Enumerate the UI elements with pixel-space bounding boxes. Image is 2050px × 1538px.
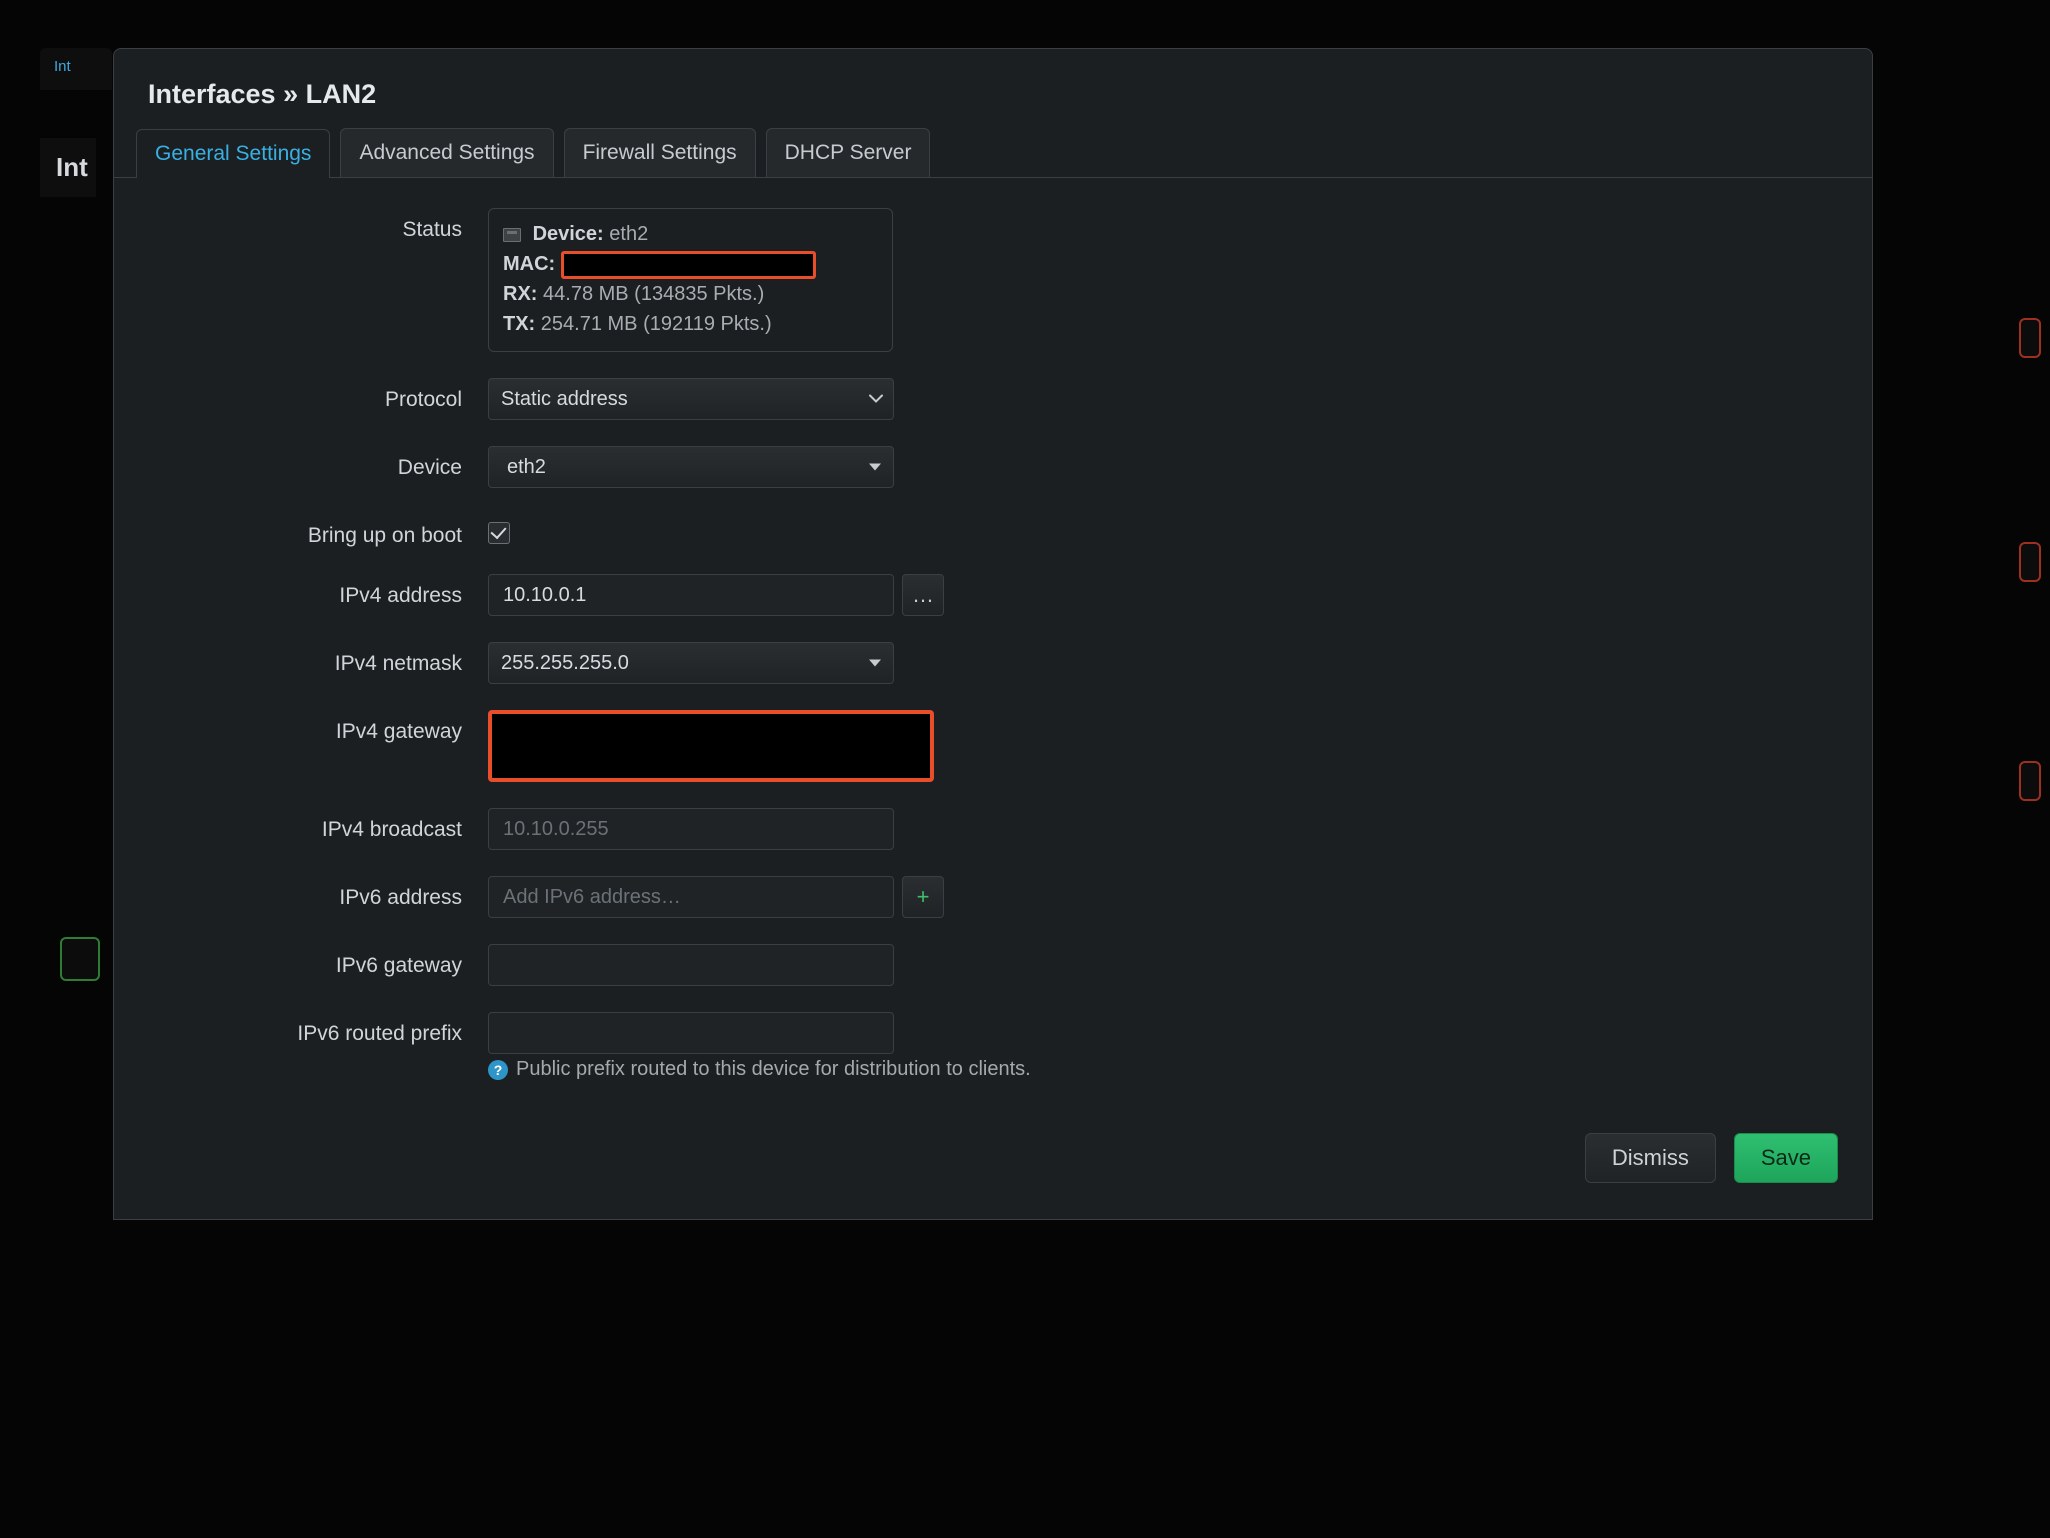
dropdown-caret-icon: [869, 464, 881, 471]
tab-advanced-settings[interactable]: Advanced Settings: [340, 128, 553, 177]
ipv4-address-more-button[interactable]: …: [902, 574, 944, 616]
ipv6-address-label: IPv6 address: [148, 876, 488, 910]
protocol-label: Protocol: [148, 378, 488, 412]
status-label: Status: [148, 208, 488, 242]
chevron-down-icon: [869, 395, 883, 404]
bg-button-stub: [60, 937, 100, 981]
device-label: Device: [148, 446, 488, 480]
modal-footer: Dismiss Save: [114, 1115, 1872, 1219]
ethernet-port-icon: [503, 228, 521, 242]
bg-button-stub: [2019, 542, 2041, 582]
interface-modal: Interfaces » LAN2 General Settings Advan…: [113, 48, 1873, 1220]
ipv6-routed-prefix-label: IPv6 routed prefix: [148, 1012, 488, 1046]
ipv6-gateway-input[interactable]: [501, 953, 881, 978]
ipv4-gateway-redacted[interactable]: [488, 710, 934, 782]
tab-general-settings[interactable]: General Settings: [136, 129, 330, 178]
ipv4-gateway-label: IPv4 gateway: [148, 710, 488, 744]
modal-tabs: General Settings Advanced Settings Firew…: [114, 128, 1872, 178]
ipv4-address-label: IPv4 address: [148, 574, 488, 608]
tab-firewall-settings[interactable]: Firewall Settings: [564, 128, 756, 177]
save-button[interactable]: Save: [1734, 1133, 1838, 1183]
ipv4-broadcast-label: IPv4 broadcast: [148, 808, 488, 842]
ipv4-netmask-select[interactable]: 255.255.255.0: [488, 642, 894, 684]
ipv6-routed-prefix-input[interactable]: [501, 1021, 881, 1046]
bg-title-fragment: Int: [40, 138, 96, 197]
redacted-mac: [561, 251, 816, 279]
ipv6-address-input[interactable]: [501, 885, 881, 910]
ipv6-gateway-label: IPv6 gateway: [148, 944, 488, 978]
protocol-select[interactable]: Static address: [488, 378, 894, 420]
ipv6-routed-prefix-help: Public prefix routed to this device for …: [516, 1058, 1031, 1081]
bring-up-on-boot-label: Bring up on boot: [148, 514, 488, 548]
ipv6-address-add-button[interactable]: +: [902, 876, 944, 918]
device-select[interactable]: eth2: [488, 446, 894, 488]
ipv4-address-input[interactable]: [501, 583, 881, 608]
dismiss-button[interactable]: Dismiss: [1585, 1133, 1716, 1183]
page-background: Int Int Interfaces » LAN2 General Settin…: [0, 0, 2050, 1538]
bg-tab-fragment: Int: [40, 48, 112, 90]
status-box: Device: eth2 MAC: RX: 44.78 MB (134835 P…: [488, 208, 893, 352]
modal-title: Interfaces » LAN2: [114, 49, 1872, 128]
dropdown-caret-icon: [869, 660, 881, 667]
ipv4-netmask-label: IPv4 netmask: [148, 642, 488, 676]
ipv4-broadcast-input[interactable]: [501, 817, 881, 842]
bg-button-stub: [2019, 761, 2041, 801]
form-body: Status Device: eth2 MAC: RX:: [114, 178, 1872, 1115]
tab-dhcp-server[interactable]: DHCP Server: [766, 128, 931, 177]
bg-button-stub: [2019, 318, 2041, 358]
help-icon: ?: [488, 1060, 508, 1080]
bring-up-on-boot-checkbox[interactable]: [488, 522, 510, 544]
